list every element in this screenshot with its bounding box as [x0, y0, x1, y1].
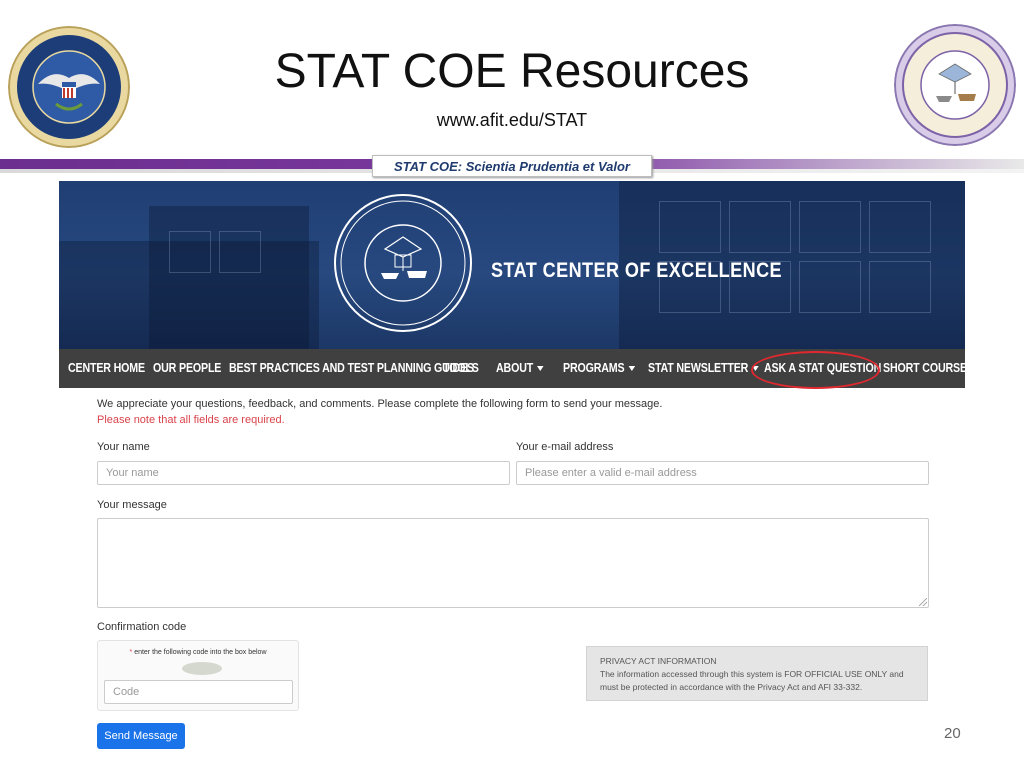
email-label: Your e-mail address [516, 441, 614, 453]
banner-title: STAT CENTER OF EXCELLENCE [491, 259, 783, 282]
name-label: Your name [97, 441, 150, 453]
chevron-down-icon [537, 366, 544, 372]
form-intro-text: We appreciate your questions, feedback, … [97, 398, 663, 410]
slide-title: STAT COE Resources [274, 45, 750, 98]
nav-our-people[interactable]: OUR PEOPLE [153, 360, 221, 375]
nav-newsletter-label: STAT NEWSLETTER [648, 360, 749, 375]
privacy-act-notice: PRIVACY ACT INFORMATION The information … [586, 646, 928, 701]
site-navbar: CENTER HOME OUR PEOPLE BEST PRACTICES AN… [59, 349, 974, 389]
nav-stat-newsletter[interactable]: STAT NEWSLETTER [648, 360, 759, 375]
nav-about[interactable]: ABOUT [496, 360, 544, 375]
name-input[interactable] [97, 461, 510, 485]
required-asterisk: * [129, 649, 133, 656]
privacy-line-2: must be protected in accordance with the… [600, 682, 863, 692]
nav-best-practices[interactable]: BEST PRACTICES AND TEST PLANNING GUIDES [229, 360, 474, 375]
nav-short-courses[interactable]: SHORT COURSES [883, 360, 974, 375]
captcha-image [182, 662, 222, 675]
message-textarea[interactable] [97, 518, 929, 608]
privacy-heading: PRIVACY ACT INFORMATION [600, 656, 717, 666]
chevron-down-icon [628, 366, 636, 372]
code-input[interactable] [104, 680, 293, 704]
nav-programs-label: PROGRAMS [563, 360, 625, 375]
send-message-button[interactable]: Send Message [97, 723, 185, 749]
nav-programs[interactable]: PROGRAMS [563, 360, 636, 375]
captcha-panel: * enter the following code into the box … [97, 640, 299, 711]
nav-center-home[interactable]: CENTER HOME [68, 360, 145, 375]
website-screenshot: STAT CENTER OF EXCELLENCE CENTER HOME OU… [59, 181, 974, 389]
privacy-line-1: The information accessed through this sy… [600, 669, 904, 679]
nav-tools[interactable]: TOOLS [443, 360, 479, 375]
highlight-circle-annotation [751, 351, 880, 389]
captcha-hint: * enter the following code into the box … [98, 649, 298, 656]
stat-coe-seal-logo [894, 24, 1016, 146]
banner-seal-logo [334, 194, 472, 332]
slide-url: www.afit.edu/STAT [436, 110, 588, 130]
motto-label: STAT COE: Scientia Prudentia et Valor [372, 155, 652, 177]
confirmation-code-label: Confirmation code [97, 621, 187, 633]
slide-page-number: 20 [944, 725, 961, 742]
captcha-hint-text: enter the following code into the box be… [134, 649, 267, 656]
site-banner: STAT CENTER OF EXCELLENCE [59, 181, 965, 349]
required-fields-note: Please note that all fields are required… [97, 414, 285, 426]
nav-about-label: ABOUT [496, 360, 534, 375]
email-input[interactable] [516, 461, 929, 485]
message-label: Your message [97, 499, 167, 511]
textarea-resize-handle[interactable] [919, 598, 927, 606]
